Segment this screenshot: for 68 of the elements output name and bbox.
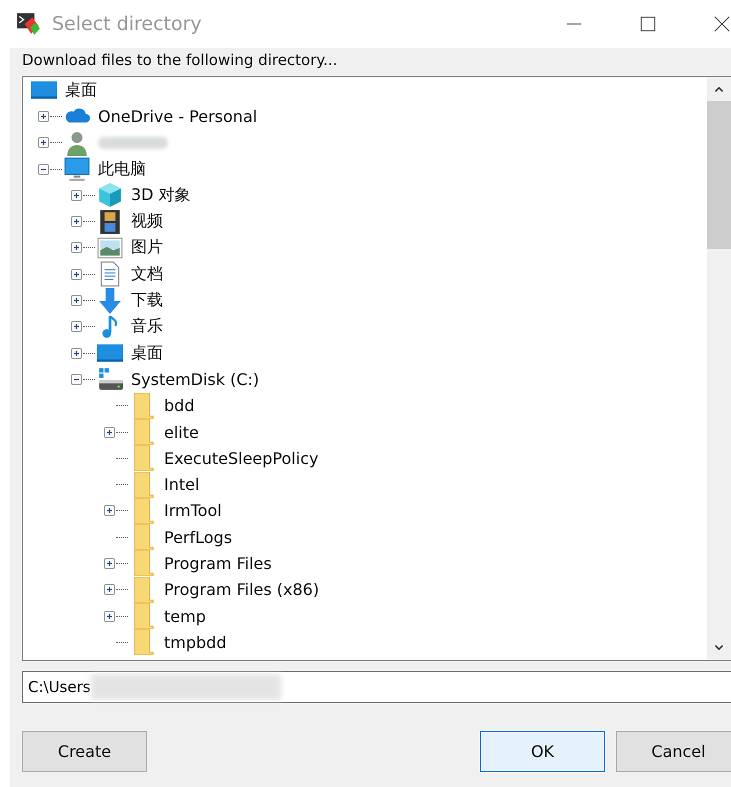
expand-toggle[interactable] xyxy=(38,110,49,122)
expand-toggle[interactable] xyxy=(104,505,115,516)
expand-toggle[interactable] xyxy=(71,348,82,359)
expand-toggle[interactable] xyxy=(104,610,115,622)
drive-icon xyxy=(97,366,123,392)
folder-name[interactable]: SystemDisk (C:) xyxy=(129,370,262,389)
image-icon xyxy=(97,234,123,261)
plus-icon xyxy=(105,428,114,436)
expand-toggle[interactable] xyxy=(38,137,49,148)
plus-icon xyxy=(39,138,48,148)
expand-toggle[interactable] xyxy=(71,268,82,280)
folder-name[interactable]: 图片 xyxy=(129,237,165,258)
app-icon xyxy=(16,11,42,37)
expand-toggle[interactable] xyxy=(71,242,82,254)
folder-name[interactable]: 此电脑 xyxy=(96,158,148,180)
prompt-text: Download files to the following directory... xyxy=(22,50,338,71)
scrollbar[interactable] xyxy=(707,77,731,660)
ok-button[interactable]: OK xyxy=(480,731,605,772)
plus-icon xyxy=(105,585,114,594)
plus-icon xyxy=(72,322,81,332)
folder-name[interactable]: elite xyxy=(162,422,201,442)
folder-name[interactable]: 桌面 xyxy=(129,342,165,364)
plus-icon xyxy=(39,112,48,121)
folder-name[interactable]: 桌面 xyxy=(63,80,99,101)
cancel-button[interactable]: Cancel xyxy=(616,731,731,772)
plus-icon xyxy=(72,270,81,279)
plus-icon xyxy=(72,217,81,226)
expand-toggle[interactable] xyxy=(104,558,115,569)
window-title: Select directory xyxy=(52,13,203,35)
collapse-toggle[interactable] xyxy=(38,164,49,175)
expand-toggle[interactable] xyxy=(71,190,82,201)
close-icon[interactable] xyxy=(713,15,731,33)
folder-name[interactable]: Program Files (x86) xyxy=(162,580,322,600)
plus-icon xyxy=(105,506,114,516)
folder-name[interactable]: 3D 对象 xyxy=(129,184,193,206)
folder-name[interactable]: bdd xyxy=(162,396,196,416)
folder-name[interactable]: PerfLogs xyxy=(162,528,234,547)
folder-name[interactable]: 视频 xyxy=(129,211,165,232)
folder-name[interactable]: tmpbdd xyxy=(162,632,228,652)
collapse-toggle[interactable] xyxy=(71,374,82,385)
plus-icon xyxy=(72,348,81,358)
expand-toggle[interactable] xyxy=(71,321,82,332)
folder-name[interactable]: 音乐 xyxy=(129,316,165,338)
expand-toggle[interactable] xyxy=(104,584,115,596)
folder-name[interactable]: OneDrive - Personal xyxy=(96,106,260,126)
path-field[interactable]: C:\Users xyxy=(22,671,731,703)
plus-icon xyxy=(72,296,81,306)
folder-name[interactable]: Intel xyxy=(162,475,202,494)
folder-name[interactable]: Program Files xyxy=(162,554,274,573)
folder-name[interactable]: 下载 xyxy=(129,290,165,312)
folder-tree[interactable]: 桌面 OneDrive - Personal 此电脑 3D 对象 视频 图片 文档 下载 音乐 桌面 SystemDisk (C:) bdd elite ExecuteSleepPolicy Intel IrmTool PerfLogs Program Files Program Files (x86) temp tmpbdd xyxy=(22,76,731,661)
maximize-icon[interactable] xyxy=(639,15,657,33)
scroll-thumb[interactable] xyxy=(707,101,731,249)
expand-toggle[interactable] xyxy=(71,295,82,306)
cube-icon xyxy=(97,182,123,208)
plus-icon xyxy=(72,243,81,252)
create-button[interactable]: Create xyxy=(22,731,147,772)
expand-toggle[interactable] xyxy=(104,426,115,438)
expand-toggle[interactable] xyxy=(71,216,82,228)
plus-icon xyxy=(72,190,81,200)
download-arrow-icon xyxy=(97,288,123,314)
folder-name[interactable]: ExecuteSleepPolicy xyxy=(162,448,320,468)
folder-name[interactable]: temp xyxy=(162,606,208,626)
folder-name[interactable]: 文档 xyxy=(129,264,165,285)
plus-icon xyxy=(105,558,114,568)
computer-icon xyxy=(64,156,90,182)
folder-name[interactable]: IrmTool xyxy=(162,501,224,520)
plus-icon xyxy=(105,612,114,621)
